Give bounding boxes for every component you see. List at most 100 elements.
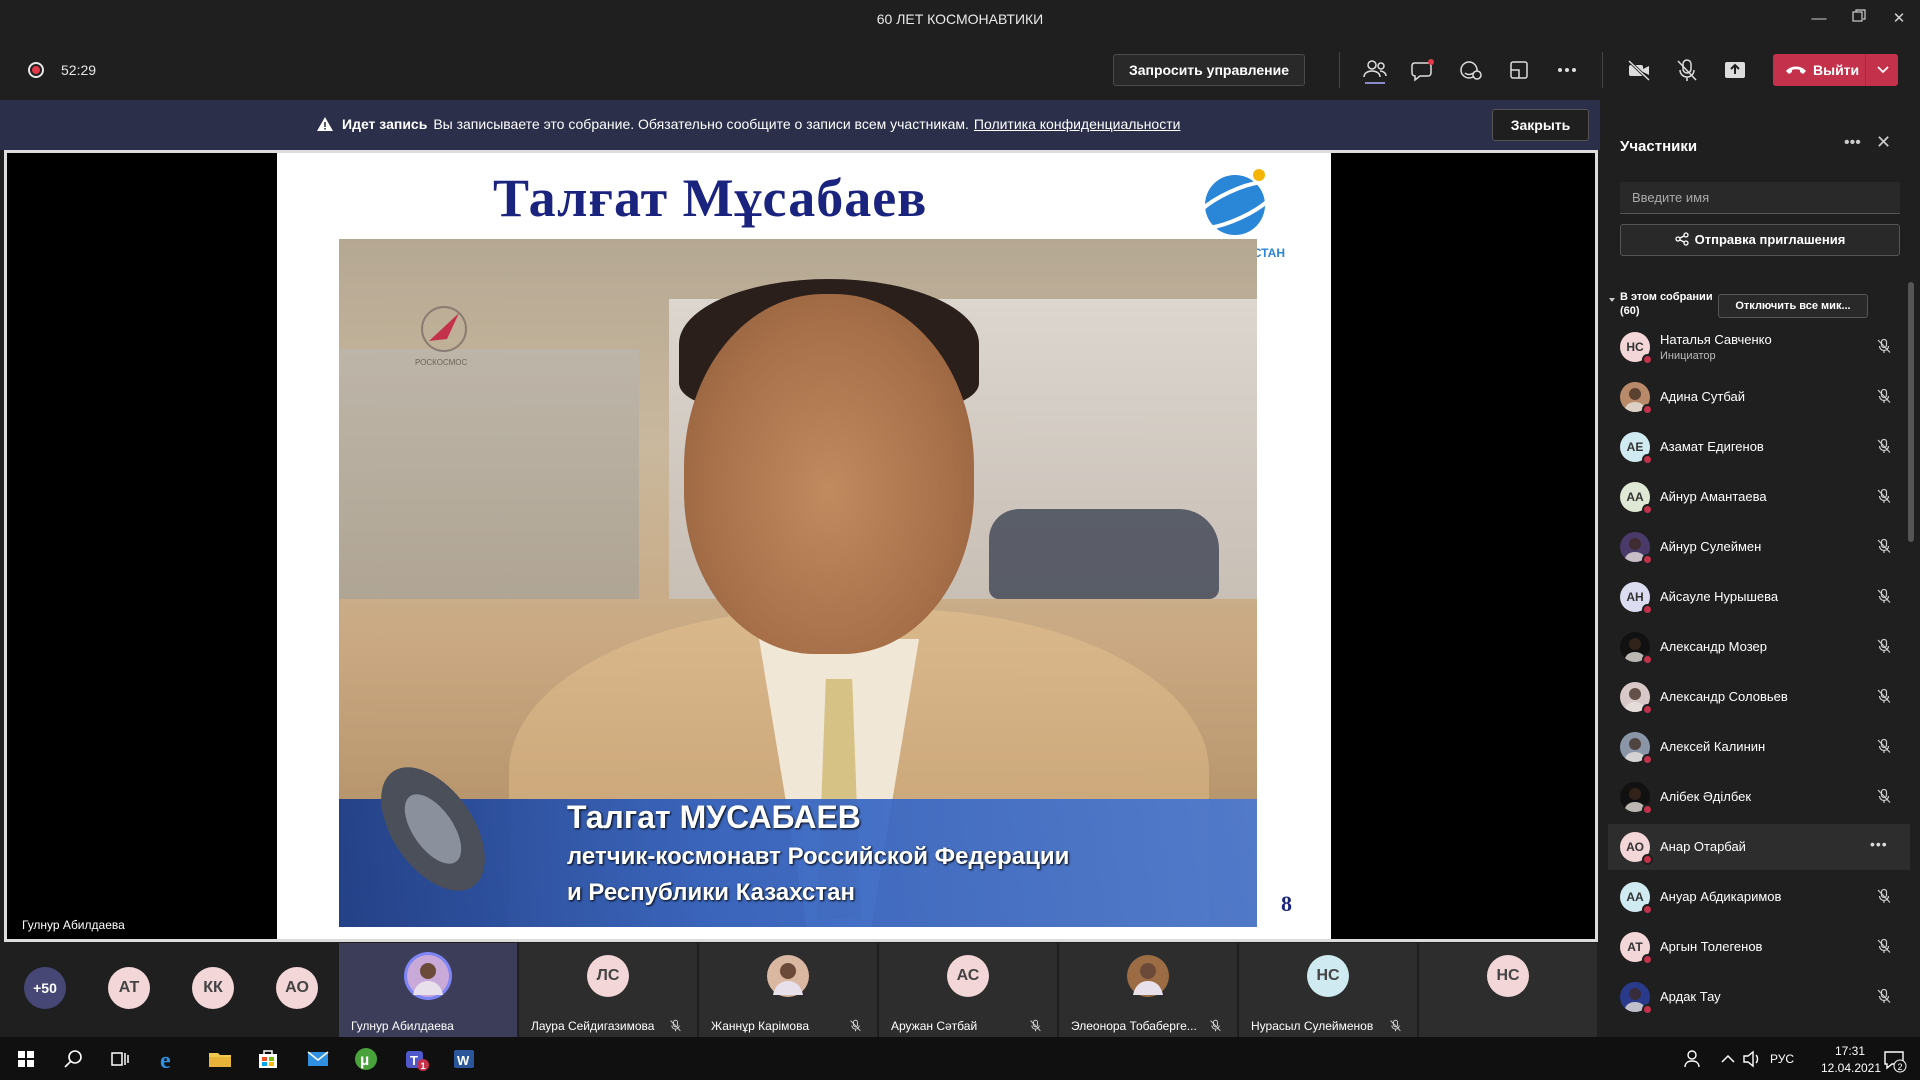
participant-row[interactable]: АТ Аргын Толегенов [1608,924,1910,970]
participant-mic-off[interactable] [1876,438,1892,459]
participants-icon[interactable] [1361,56,1389,84]
minimize-icon[interactable]: — [1808,8,1830,30]
participant-row[interactable]: АО Анар Отарбай ••• [1608,824,1910,870]
tile-mic-off [1029,1019,1042,1037]
share-screen-icon[interactable] [1721,56,1749,84]
participant-mic-off[interactable] [1876,388,1892,409]
participant-mic-off[interactable] [1876,588,1892,609]
participant-tile[interactable]: Элеонора Тобаберге... [1059,943,1237,1037]
participant-name: Алексей Калинин [1660,739,1766,754]
chat-icon[interactable] [1409,56,1437,84]
participant-tile-name: Жаннұр Карімова [711,1019,809,1033]
collapse-section-icon[interactable] [1608,296,1616,304]
strip-avatar[interactable]: КК [192,967,234,1009]
participant-row[interactable]: АЕ Азамат Едигенов [1608,424,1910,470]
participant-row[interactable]: Ардак Тау [1608,974,1910,1020]
participants-scrollbar[interactable] [1908,282,1914,542]
participant-avatar: АА [1620,882,1653,915]
svg-text:W: W [457,1053,470,1068]
participant-search-input[interactable] [1620,182,1900,214]
close-banner-button[interactable]: Закрыть [1492,109,1589,141]
notifications-icon[interactable]: 2 [1880,1045,1908,1073]
participant-initials: АТ [1627,940,1643,954]
participant-mic-off[interactable] [1876,788,1892,809]
mail-icon[interactable] [304,1045,332,1073]
window-title: 60 ЛЕТ КОСМОНАВТИКИ [876,11,1044,27]
edge-browser-icon[interactable]: e [156,1045,184,1073]
strip-avatar[interactable]: АТ [108,967,150,1009]
participant-tile[interactable]: НС Нурасыл Сулейменов [1239,943,1417,1037]
participant-photo [1620,982,1653,1015]
tile-mic-off [669,1019,682,1037]
logo-text: РОСКОСМОС [415,358,468,367]
utorrent-icon[interactable]: µ [352,1045,380,1073]
participant-mic-off[interactable] [1876,688,1892,709]
participant-row[interactable]: АА Ануар Абдикаримов [1608,874,1910,920]
participant-tile[interactable]: АС Аружан Сәтбай [879,943,1057,1037]
participant-tile[interactable]: Жаннұр Карімова [699,943,877,1037]
search-icon[interactable] [60,1045,88,1073]
language-indicator[interactable]: РУС [1770,1052,1794,1066]
participant-row[interactable]: НС Наталья Савченко Инициатор [1608,324,1910,370]
mic-off-icon [1210,1019,1221,1032]
word-icon[interactable]: W [450,1045,478,1073]
toolbar-divider [1602,52,1603,88]
more-actions-icon[interactable] [1553,56,1581,84]
task-view-icon[interactable] [106,1045,134,1073]
leave-button[interactable]: Выйти [1773,54,1898,86]
participant-mic-off[interactable] [1876,738,1892,759]
people-icon[interactable] [1680,1045,1708,1073]
participant-row[interactable]: Александр Мозер [1608,624,1910,670]
in-meeting-section-label[interactable]: В этом собрании (60) [1620,290,1713,318]
more-participants-badge[interactable]: +50 [24,967,66,1009]
shared-content-stage[interactable]: Талғат Мұсабаев КАЗАХСТАН РОСКОСМОС [4,150,1598,942]
participant-name: Ардак Тау [1660,989,1721,1004]
restore-icon[interactable] [1848,8,1870,30]
panel-more-icon[interactable]: ••• [1844,134,1861,152]
reactions-icon[interactable] [1457,56,1485,84]
windows-start-icon[interactable] [12,1045,40,1073]
participant-mic-off[interactable] [1876,888,1892,909]
volume-icon[interactable] [1738,1045,1766,1073]
participant-row[interactable]: АН Айсауле Нурышева [1608,574,1910,620]
participant-mic-off[interactable] [1876,988,1892,1009]
panel-close-icon[interactable]: ✕ [1876,132,1891,153]
mic-off-icon [1877,738,1891,753]
send-invite-button[interactable]: Отправка приглашения [1620,224,1900,256]
participant-row[interactable]: Айнур Сулеймен [1608,524,1910,570]
participant-avatar: НС [1487,955,1529,997]
participant-tile[interactable]: НС [1419,943,1597,1037]
rooms-icon[interactable] [1505,56,1533,84]
participant-tile[interactable]: ЛС Лаура Сейдигазимова [519,943,697,1037]
mic-off-icon[interactable] [1673,56,1701,84]
participant-more-icon[interactable]: ••• [1870,836,1888,852]
strip-avatar[interactable]: АО [276,967,318,1009]
mute-all-button[interactable]: Отключить все мик... [1718,294,1868,318]
participant-row[interactable]: АА Айнур Амантаева [1608,474,1910,520]
meeting-timer: 52:29 [61,62,97,78]
mic-off-icon [670,1019,681,1032]
participant-row[interactable]: Александр Соловьев [1608,674,1910,720]
participant-mic-off[interactable] [1876,338,1892,359]
privacy-policy-link[interactable]: Политика конфиденциальности [974,116,1181,132]
file-explorer-icon[interactable] [206,1045,234,1073]
participant-tile[interactable]: Гулнур Абилдаева [339,943,517,1037]
participant-name: Азамат Едигенов [1660,439,1764,454]
participant-row[interactable]: Адина Сутбай [1608,374,1910,420]
close-window-icon[interactable]: ✕ [1888,8,1910,30]
chevron-down-icon[interactable] [1876,65,1890,75]
store-icon[interactable] [254,1045,282,1073]
participant-mic-off[interactable] [1876,938,1892,959]
presence-status [1642,854,1653,865]
participant-row[interactable]: Алібек Әділбек [1608,774,1910,820]
participant-row[interactable]: Алексей Калинин [1608,724,1910,770]
teams-icon[interactable]: T1 [402,1045,430,1073]
participant-mic-off[interactable] [1876,538,1892,559]
clock-date[interactable]: 12.04.2021 [1816,1061,1886,1075]
camera-off-icon[interactable] [1625,56,1653,84]
participant-mic-off[interactable] [1876,488,1892,509]
participant-mic-off[interactable] [1876,638,1892,659]
mic-off-icon [850,1019,861,1032]
request-control-button[interactable]: Запросить управление [1113,54,1305,86]
clock-time[interactable]: 17:31 [1828,1044,1872,1058]
